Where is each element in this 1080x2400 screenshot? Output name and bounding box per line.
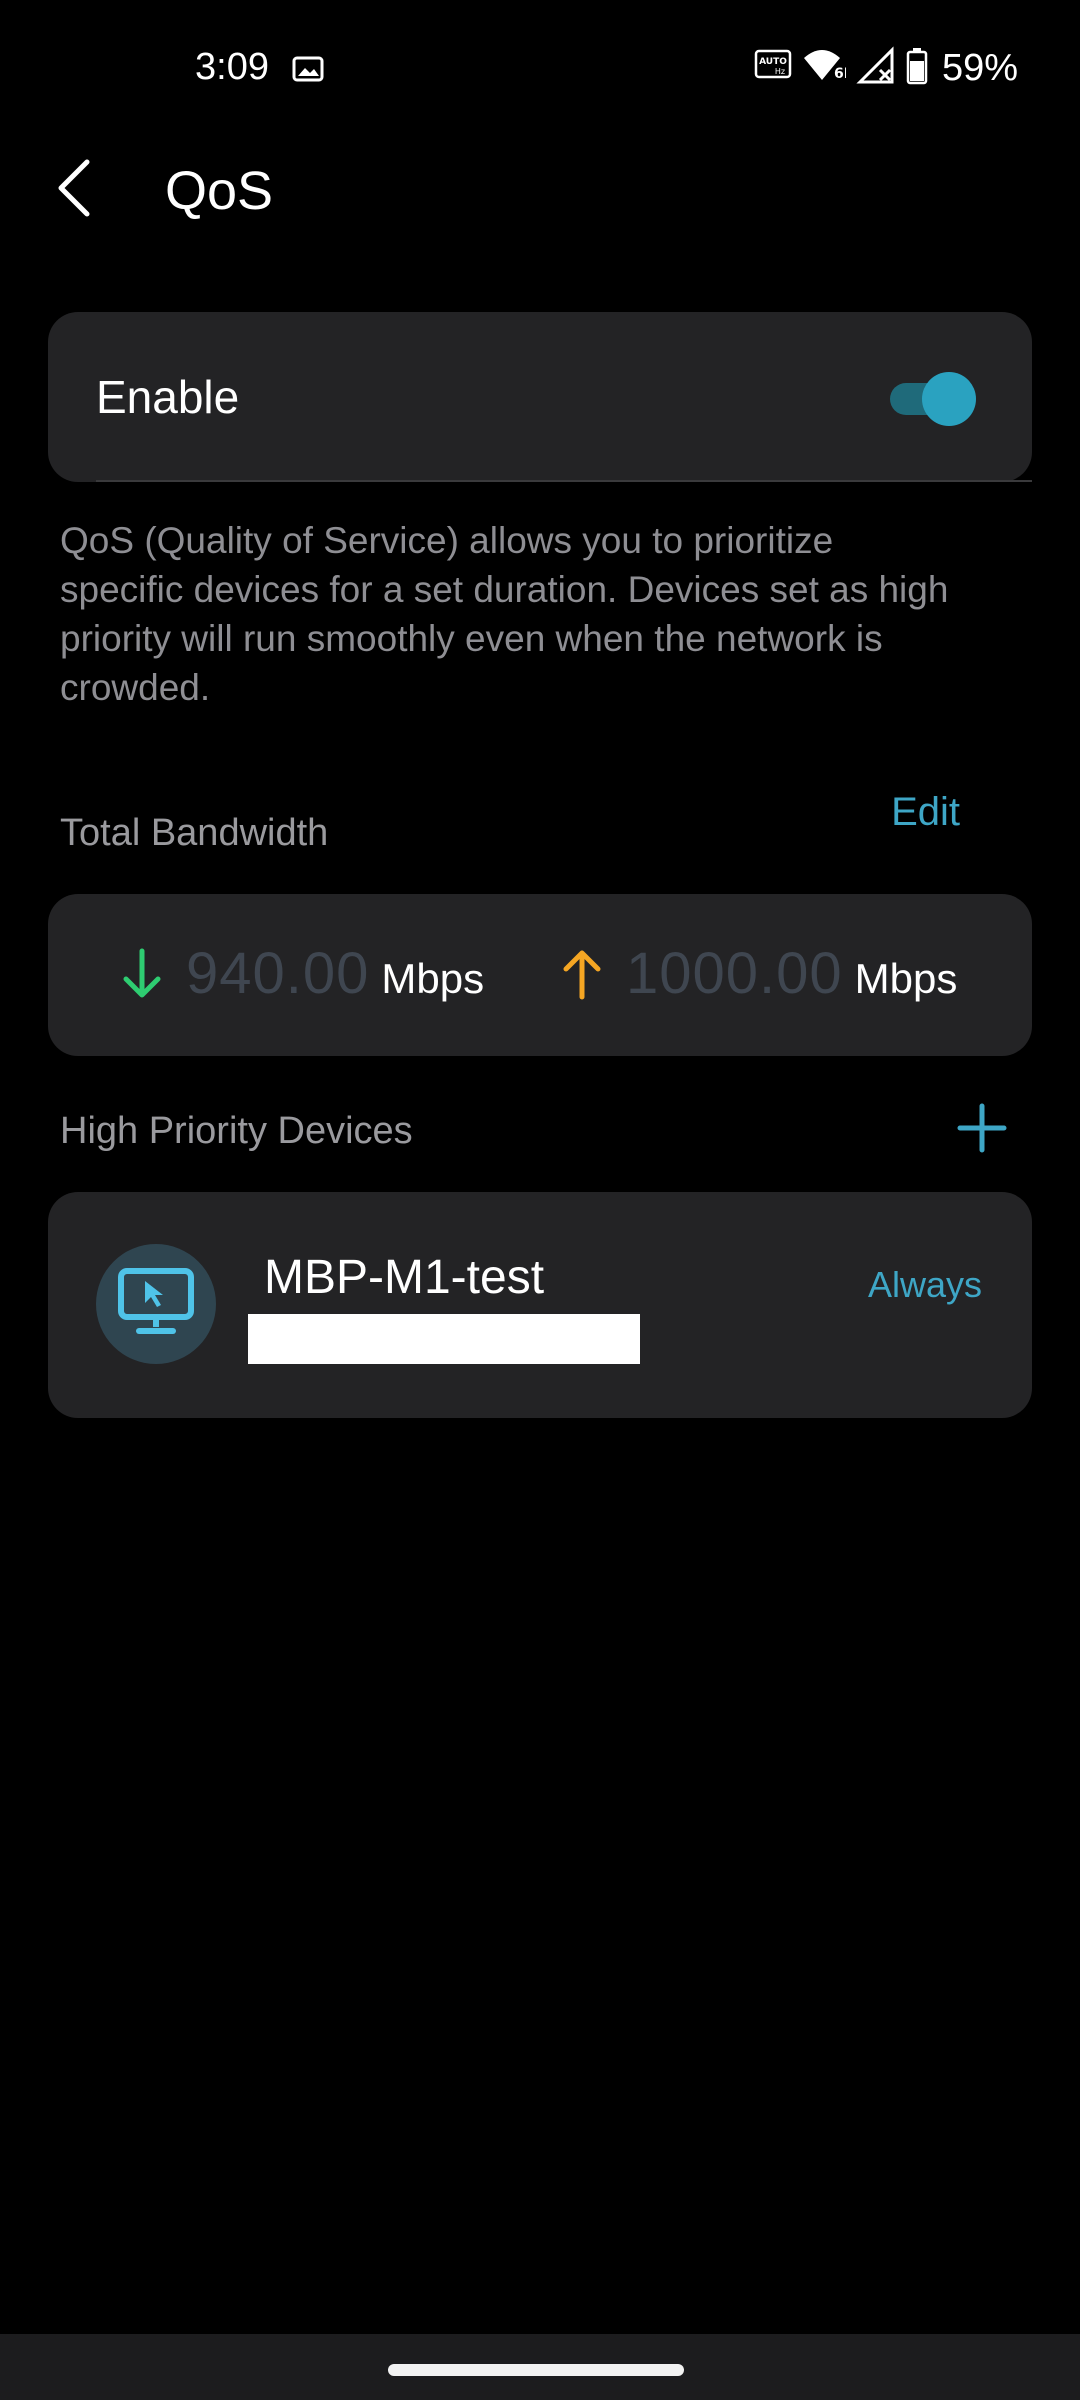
upload-unit: Mbps (854, 955, 958, 1002)
upload-arrow-icon (560, 947, 604, 1001)
device-schedule: Always (867, 1264, 982, 1305)
download-value: 940.00 (186, 941, 370, 1006)
divider (96, 480, 1032, 482)
svg-text:AUTO: AUTO (759, 57, 787, 67)
plus-icon (954, 1103, 1010, 1160)
status-icons: AUTO Hz 6E 59% (754, 44, 1018, 92)
auto-hz-icon: AUTO Hz (754, 49, 792, 88)
image-icon (292, 56, 324, 82)
navigation-bar (0, 2334, 1080, 2400)
bandwidth-card: 940.00 Mbps 1000.00 Mbps (48, 894, 1032, 1056)
wifi-6e-icon: 6E (802, 46, 853, 91)
computer-icon (117, 1267, 195, 1342)
edit-bandwidth-button[interactable]: Edit (891, 790, 960, 835)
enable-label: Enable (96, 371, 240, 423)
svg-text:6E: 6E (834, 66, 846, 82)
page-title: QoS (165, 161, 274, 221)
status-bar: 3:09 AUTO Hz 6E (0, 0, 1080, 140)
svg-text:Hz: Hz (775, 67, 785, 76)
status-time: 3:09 (195, 46, 269, 88)
high-priority-devices-title: High Priority Devices (60, 1110, 413, 1152)
enable-toggle[interactable] (886, 370, 976, 426)
qos-description: QoS (Quality of Service) allows you to p… (60, 520, 949, 708)
download-bandwidth: 940.00 Mbps (120, 940, 484, 1007)
battery-percent: 59% (941, 46, 1018, 89)
download-arrow-icon (120, 947, 164, 1001)
upload-value: 1000.00 (626, 941, 843, 1006)
total-bandwidth-title: Total Bandwidth (60, 812, 329, 854)
download-unit: Mbps (381, 955, 485, 1002)
back-button[interactable] (40, 150, 110, 230)
toggle-knob (922, 372, 976, 426)
add-device-button[interactable] (954, 1100, 1010, 1156)
cellular-no-signal-icon (856, 45, 896, 91)
redacted-block (248, 1314, 640, 1364)
enable-card: Enable (48, 312, 1032, 482)
upload-bandwidth: 1000.00 Mbps (560, 940, 957, 1007)
battery-icon (906, 47, 928, 90)
back-chevron-icon (55, 158, 95, 223)
device-name: MBP-M1-test (264, 1251, 545, 1304)
home-indicator[interactable] (388, 2364, 684, 2376)
device-list-item[interactable]: MBP-M1-test Always (48, 1192, 1032, 1418)
device-avatar (96, 1244, 216, 1364)
